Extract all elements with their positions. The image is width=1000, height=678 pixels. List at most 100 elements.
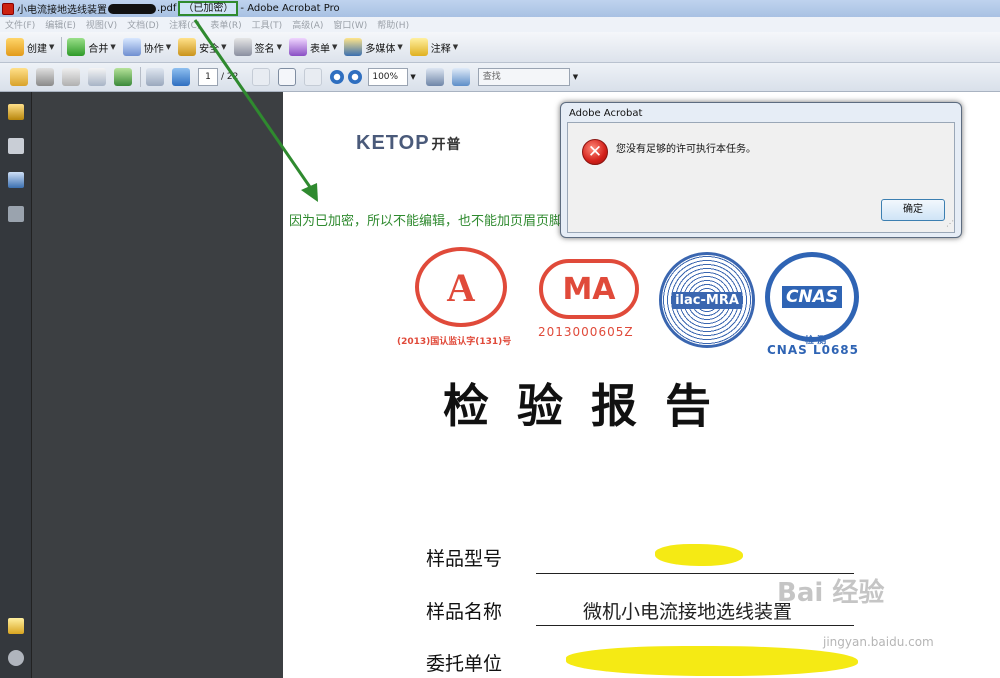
chevron-down-icon: ▼: [276, 43, 282, 51]
forms-label: 表单: [309, 43, 330, 55]
collaborate-button[interactable]: 协作 ▼: [122, 38, 172, 56]
secure-button[interactable]: 安全 ▼: [178, 38, 227, 56]
document-background: [32, 92, 283, 678]
comments-icon[interactable]: [8, 618, 24, 634]
ilac-mra-seal: ilac-MRA: [659, 252, 755, 348]
attachment-icon[interactable]: [8, 650, 24, 666]
combine-label: 合并: [88, 43, 109, 55]
chevron-down-icon: ▼: [110, 43, 116, 51]
menu-tools[interactable]: 工具(T): [252, 18, 283, 31]
window-title-app: - Adobe Acrobat Pro: [240, 3, 340, 14]
encrypted-tag: （已加密）: [178, 1, 239, 16]
menu-view[interactable]: 视图(V): [86, 18, 117, 31]
menu-forms[interactable]: 表单(R): [210, 18, 241, 31]
find-input[interactable]: 查找: [477, 68, 570, 86]
menu-document[interactable]: 文档(D): [127, 18, 159, 31]
annotation-note: 因为已加密，所以不能编辑，也不能加页眉页脚: [289, 214, 563, 229]
chevron-down-icon: ▼: [331, 43, 338, 51]
create-label: 创建: [27, 43, 47, 55]
watermark-url: jingyan.baidu.com: [823, 635, 934, 649]
chevron-down-icon: ▼: [165, 43, 172, 51]
text-select-icon[interactable]: [252, 68, 271, 86]
page-view-icon[interactable]: [425, 68, 444, 86]
title-bar: 小电流接地选线装置 .pdf （已加密） - Adobe Acrobat Pro: [0, 0, 1000, 17]
cnas-number: CNAS L0685: [767, 343, 860, 357]
navigation-pane-buttons: [0, 92, 32, 678]
multimedia-label: 多媒体: [365, 43, 396, 55]
logo-cn: 开普: [431, 136, 462, 152]
field-underline: [536, 625, 854, 626]
chevron-down-icon[interactable]: ▼: [410, 73, 415, 81]
cal-seal-caption: (2013)国认监认字(131)号: [397, 337, 512, 347]
error-icon: ✕: [582, 139, 608, 165]
company-logo: KETOP 开普: [356, 132, 462, 155]
previous-page-icon[interactable]: [146, 68, 164, 86]
hand-tool-icon[interactable]: [278, 68, 297, 86]
upload-icon[interactable]: [114, 68, 132, 86]
menu-advanced[interactable]: 高级(A): [292, 18, 323, 31]
secure-label: 安全: [199, 43, 220, 55]
menu-edit[interactable]: 编辑(E): [45, 18, 76, 31]
error-dialog: Adobe Acrobat ✕ 您没有足够的许可执行本任务。 确定 ⋰: [560, 102, 962, 238]
email-icon[interactable]: [88, 68, 106, 86]
dialog-message: 您没有足够的许可执行本任务。: [616, 144, 756, 155]
cma-seal: MA: [539, 259, 639, 319]
fit-page-icon[interactable]: [451, 68, 470, 86]
lock-icon[interactable]: [8, 104, 24, 120]
menu-help[interactable]: 帮助(H): [377, 18, 409, 31]
cal-seal: A: [415, 247, 507, 327]
navigation-toolbar: 1 / 22 100% ▼ 查找 ▼: [0, 63, 1000, 92]
signature-panel-icon[interactable]: [8, 206, 24, 222]
create-pdf-icon: [6, 38, 24, 56]
next-page-icon[interactable]: [172, 68, 190, 86]
chevron-down-icon[interactable]: ▼: [573, 73, 578, 81]
lock-icon: [178, 38, 197, 56]
collaborate-label: 协作: [143, 43, 164, 55]
zoom-in-icon[interactable]: [348, 70, 363, 84]
ok-button[interactable]: 确定: [881, 199, 945, 221]
menu-file[interactable]: 文件(F): [5, 18, 35, 31]
marquee-zoom-icon[interactable]: [304, 68, 323, 86]
comment-button[interactable]: 注释 ▼: [409, 38, 458, 56]
cnas-seal: CNAS: [765, 252, 859, 342]
combine-files-icon: [67, 38, 86, 56]
create-button[interactable]: 创建 ▼: [6, 38, 54, 56]
comment-icon: [409, 38, 428, 56]
collaborate-icon: [122, 38, 141, 56]
sign-button[interactable]: 签名 ▼: [233, 38, 282, 56]
tasks-toolbar: 创建 ▼ 合并 ▼ 协作 ▼ 安全 ▼ 签名 ▼ 表单 ▼ 多媒体 ▼ 注释 ▼: [0, 32, 1000, 63]
dialog-body: ✕ 您没有足够的许可执行本任务。 确定 ⋰: [567, 122, 955, 233]
save-icon[interactable]: [62, 68, 80, 86]
field-label-name: 样品名称: [426, 601, 503, 623]
zoom-level-field[interactable]: 100%: [368, 68, 409, 86]
form-icon: [288, 38, 307, 56]
toolbar-divider: [61, 37, 63, 57]
chevron-down-icon: ▼: [221, 43, 227, 51]
bookmark-icon[interactable]: [8, 172, 24, 188]
menu-comments[interactable]: 注释(C): [169, 18, 200, 31]
comment-label: 注释: [430, 43, 451, 55]
print-icon[interactable]: [36, 68, 54, 86]
pen-icon: [233, 38, 252, 56]
highlight-mark: [566, 646, 858, 676]
sign-label: 签名: [254, 43, 275, 55]
combine-button[interactable]: 合并 ▼: [67, 38, 116, 56]
window-title-name: 小电流接地选线装置: [17, 5, 107, 16]
chevron-down-icon: ▼: [397, 43, 403, 51]
open-folder-icon[interactable]: [10, 68, 28, 86]
redaction-mark: [108, 3, 156, 14]
menu-bar: 文件(F) 编辑(E) 视图(V) 文档(D) 注释(C) 表单(R) 工具(T…: [0, 17, 1000, 32]
zoom-out-icon[interactable]: [330, 70, 345, 84]
menu-window[interactable]: 窗口(W): [333, 18, 367, 31]
page-number-input[interactable]: 1: [198, 68, 218, 86]
watermark: Bai 经验: [777, 578, 885, 608]
highlight-mark: [655, 544, 743, 566]
window-title-ext: .pdf: [157, 3, 177, 14]
pdf-icon: [2, 2, 14, 15]
logo-text: KETOP: [356, 132, 430, 154]
multimedia-button[interactable]: 多媒体 ▼: [344, 38, 403, 56]
forms-button[interactable]: 表单 ▼: [288, 38, 338, 56]
chevron-down-icon: ▼: [49, 43, 55, 51]
page-total: / 22: [221, 72, 239, 82]
pages-icon[interactable]: [8, 138, 24, 154]
